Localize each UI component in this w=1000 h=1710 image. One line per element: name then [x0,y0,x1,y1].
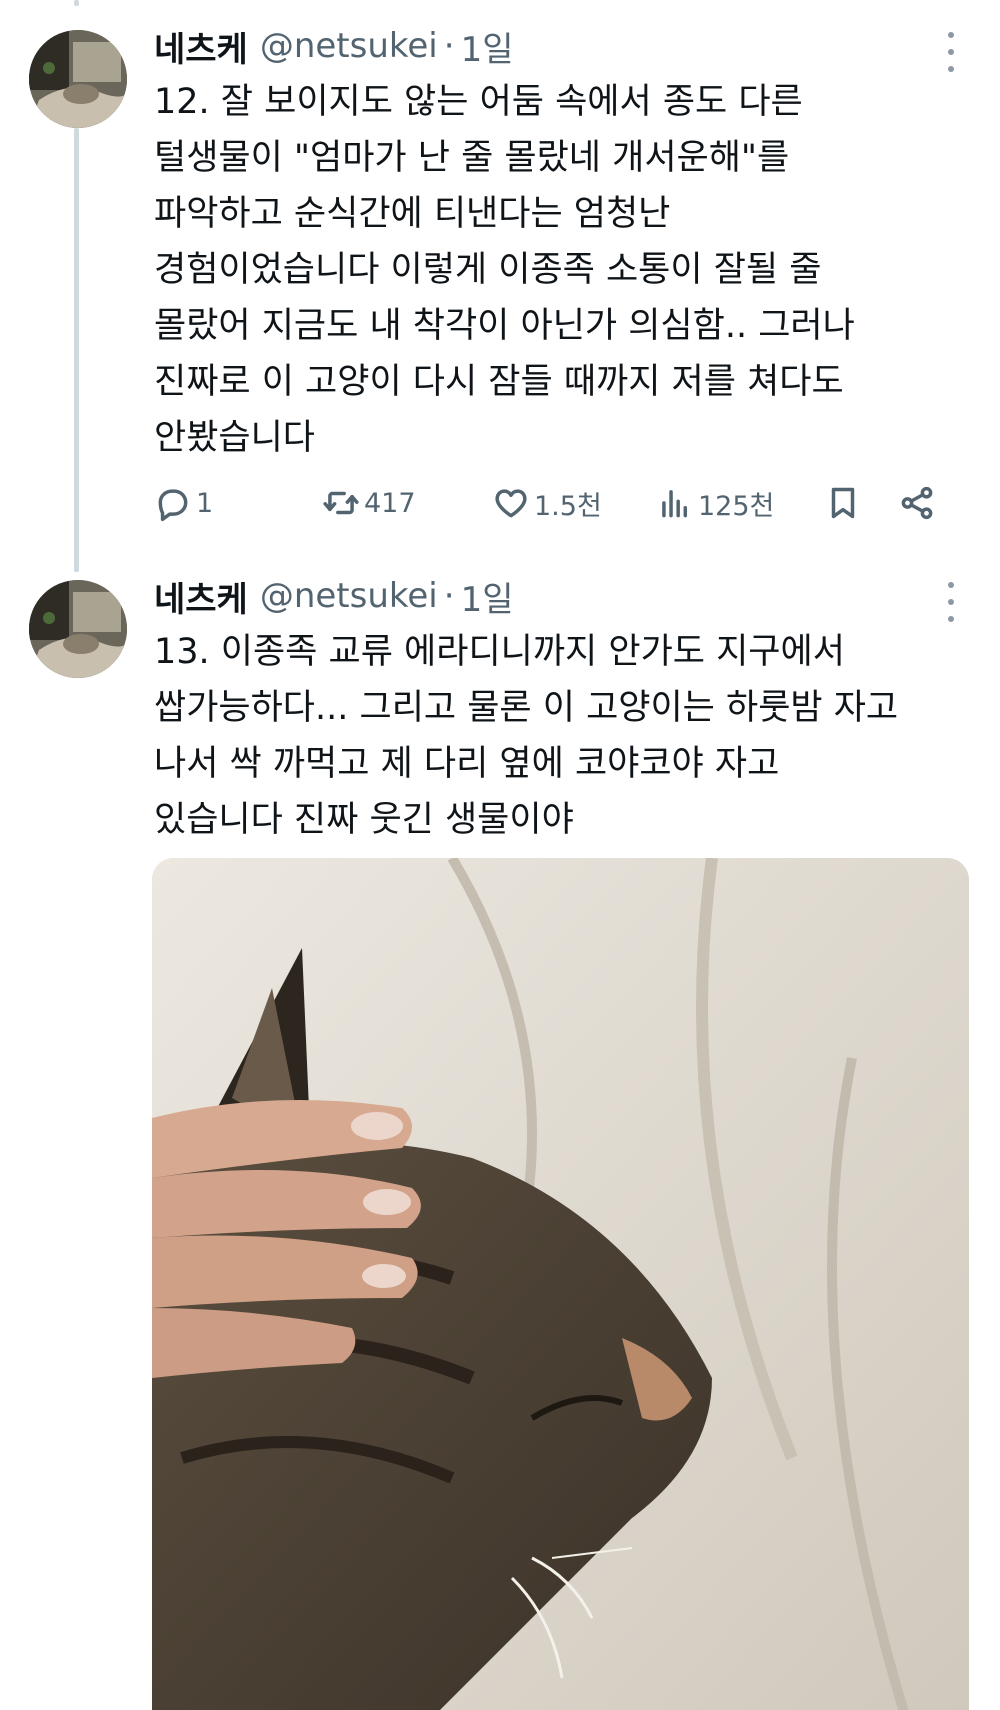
more-dots-icon[interactable] [944,582,958,622]
author-name[interactable]: 네츠케 [154,22,248,71]
tweet-photo[interactable] [152,858,969,1710]
text-line: 경험이었습니다 이렇게 이종족 소통이 잘될 줄 [154,250,822,290]
tweet-header: 네츠케 @netsukei · 1일 [154,22,513,70]
avatar[interactable] [29,30,127,128]
text-line: 12. 잘 보이지도 않는 어둠 속에서 종도 다른 [154,82,803,122]
tweet-text: 13. 이종족 교류 에라디니까지 안가도 지구에서 쌉가능하다... 그리고 … [154,624,970,848]
author-handle[interactable]: @netsukei [260,576,438,616]
retweet-count: 417 [364,487,416,519]
text-line: 파악하고 순식간에 티낸다는 엄청난 [154,194,671,234]
bookmark-icon [831,487,855,519]
reply-icon [158,489,188,522]
tweet-text: 12. 잘 보이지도 않는 어둠 속에서 종도 다른 털생물이 "엄마가 난 줄… [154,74,970,466]
like-button[interactable]: 1.5천 [492,480,602,526]
action-bar: 1 417 1.5천 125천 [154,480,954,526]
avatar-photo [29,30,127,128]
separator: · [443,26,455,66]
cat-photo [152,858,969,1710]
text-line: 몰랐어 지금도 내 착각이 아닌가 의심함.. 그러나 [154,306,855,346]
author-name[interactable]: 네츠케 [154,572,248,621]
reply-button[interactable]: 1 [154,480,213,526]
share-button[interactable] [898,480,936,526]
text-line: 안봤습니다 [154,418,316,458]
views-icon [662,490,688,518]
author-handle[interactable]: @netsukei [260,26,438,66]
text-line: 나서 싹 까먹고 제 다리 옆에 코야코야 자고 [154,744,780,784]
avatar-photo [29,580,127,678]
text-line: 털생물이 "엄마가 난 줄 몰랐네 개서운해"를 [154,138,790,178]
timestamp[interactable]: 1일 [461,572,514,621]
separator: · [443,576,455,616]
text-line: 있습니다 진짜 웃긴 생물이야 [154,800,574,840]
views-count: 125천 [698,490,775,522]
text-line: 쌉가능하다... 그리고 물론 이 고양이는 하룻밤 자고 [154,688,899,728]
reply-count: 1 [196,487,214,519]
retweet-button[interactable]: 417 [322,480,416,526]
share-icon [901,486,933,520]
like-count: 1.5천 [534,490,602,522]
tweet-header: 네츠케 @netsukei · 1일 [154,572,513,620]
heart-icon [495,489,527,518]
tweet[interactable]: 네츠케 @netsukei · 1일 12. 잘 보이지도 않는 어둠 속에서 … [0,0,1000,560]
timestamp[interactable]: 1일 [461,22,514,71]
text-line: 진짜로 이 고양이 다시 잠들 때까지 저를 쳐다도 [154,362,844,402]
text-line: 13. 이종족 교류 에라디니까지 안가도 지구에서 [154,632,845,672]
views-button[interactable]: 125천 [656,480,774,526]
retweet-icon [323,491,359,515]
more-dots-icon[interactable] [944,32,958,72]
tweet[interactable]: 네츠케 @netsukei · 1일 13. 이종족 교류 에라디니까지 안가도… [0,560,1000,1710]
avatar[interactable] [29,580,127,678]
bookmark-button[interactable] [824,480,862,526]
